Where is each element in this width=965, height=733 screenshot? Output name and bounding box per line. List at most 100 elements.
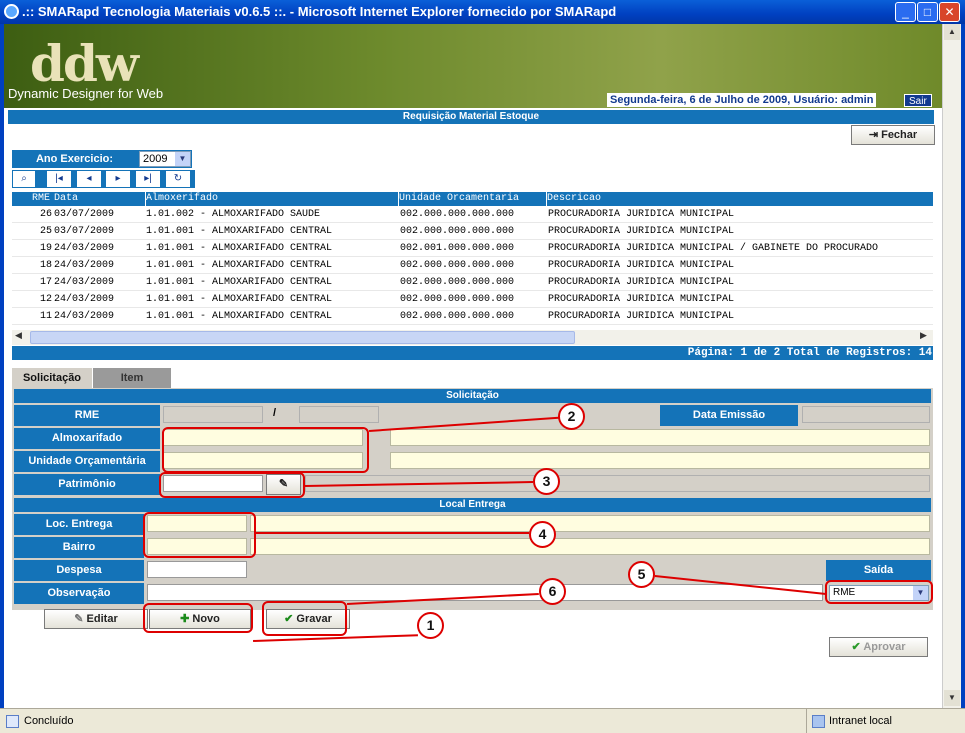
refresh-icon[interactable]: ↻ <box>166 171 190 187</box>
annotation-highlight-saida <box>825 580 933 604</box>
patrimonio-label: Patrimônio <box>14 474 160 495</box>
cell-descricao: PROCURADORIA JURIDICA MUNICIPAL <box>548 311 735 322</box>
aprovar-button[interactable]: ✔ Aprovar <box>829 637 928 657</box>
intranet-zone-icon <box>812 715 825 728</box>
bairro-label: Bairro <box>14 537 144 558</box>
tab-item[interactable]: Item <box>93 368 171 388</box>
annotation-marker-1: 1 <box>417 612 444 639</box>
rme-label: RME <box>14 405 160 426</box>
year-value: 2009 <box>143 153 168 165</box>
annotation-marker-3: 3 <box>533 468 560 495</box>
table-row[interactable]: 17 24/03/2009 1.01.001 - ALMOXARIFADO CE… <box>12 274 933 291</box>
column-header-rme[interactable]: RME <box>12 192 54 206</box>
despesa-field[interactable] <box>147 561 247 578</box>
cell-almoxarifado: 1.01.001 - ALMOXARIFADO CENTRAL <box>146 243 333 254</box>
cell-descricao: PROCURADORIA JURIDICA MUNICIPAL <box>548 277 735 288</box>
table-row[interactable]: 25 03/07/2009 1.01.001 - ALMOXARIFADO CE… <box>12 223 933 240</box>
cell-unidade: 002.000.000.000.000 <box>400 311 515 322</box>
scroll-left-icon[interactable]: ◀ <box>15 330 22 341</box>
annotation-line-4 <box>256 532 529 534</box>
cell-unidade: 002.000.000.000.000 <box>400 260 515 271</box>
year-label: Ano Exercicio: <box>35 153 114 165</box>
bairro-description-field[interactable] <box>250 538 930 555</box>
maximize-icon[interactable]: □ <box>917 2 938 22</box>
loc-entrega-label: Loc. Entrega <box>14 514 144 535</box>
cell-rme: 25 <box>40 226 53 237</box>
requisitions-table: RME Data Almoxerifado Unidade Orcamentar… <box>12 192 933 328</box>
column-header-descricao[interactable]: Descricao <box>546 192 933 206</box>
scroll-up-icon[interactable]: ▲ <box>944 24 960 40</box>
scroll-thumb[interactable] <box>30 331 575 344</box>
cell-rme: 12 <box>40 294 53 305</box>
annotation-highlight-patrimonio <box>159 472 305 498</box>
editar-button[interactable]: ✎ Editar <box>44 609 148 629</box>
despesa-label: Despesa <box>14 560 144 581</box>
logout-link[interactable]: Sair <box>904 94 932 107</box>
cell-almoxarifado: 1.01.001 - ALMOXARIFADO CENTRAL <box>146 311 333 322</box>
annotation-highlight-novo <box>143 603 253 633</box>
rme-year-field[interactable] <box>299 406 379 423</box>
previous-record-icon[interactable]: ◂ <box>77 171 101 187</box>
table-row[interactable]: 12 24/03/2009 1.01.001 - ALMOXARIFADO CE… <box>12 291 933 308</box>
cell-data: 24/03/2009 <box>54 277 115 288</box>
cell-data: 24/03/2009 <box>54 243 115 254</box>
exit-door-icon: ⇥ <box>868 129 882 141</box>
observacao-field[interactable] <box>147 584 823 601</box>
close-button-label: Fechar <box>881 129 918 141</box>
close-button[interactable]: ⇥ Fechar <box>851 125 935 145</box>
next-record-icon[interactable]: ▸ <box>106 171 130 187</box>
tab-solicitacao[interactable]: Solicitação <box>12 368 92 388</box>
table-horizontal-scrollbar[interactable]: ◀ ▶ <box>12 330 933 345</box>
year-select[interactable]: 2009 ▼ <box>139 151 191 167</box>
almoxarifado-label: Almoxarifado <box>14 428 160 449</box>
loc-entrega-description-field[interactable] <box>250 515 930 532</box>
column-header-almoxarifado[interactable]: Almoxerifado <box>145 192 398 206</box>
cell-descricao: PROCURADORIA JURIDICA MUNICIPAL <box>548 260 735 271</box>
cell-unidade: 002.001.000.000.000 <box>400 243 515 254</box>
scroll-right-icon[interactable]: ▶ <box>920 330 927 341</box>
zone-text: Intranet local <box>829 715 892 727</box>
status-bar: Concluído Intranet local <box>0 708 965 733</box>
cell-rme: 26 <box>40 209 53 220</box>
edit-pencil-icon: ✎ <box>74 613 87 625</box>
table-row[interactable]: 19 24/03/2009 1.01.001 - ALMOXARIFADO CE… <box>12 240 933 257</box>
section-header-local-entrega: Local Entrega <box>14 498 931 512</box>
table-row[interactable]: 18 24/03/2009 1.01.001 - ALMOXARIFADO CE… <box>12 257 933 274</box>
last-record-icon[interactable]: ▸| <box>136 171 160 187</box>
page-done-icon <box>6 715 19 728</box>
cell-data: 24/03/2009 <box>54 311 115 322</box>
rme-number-field[interactable] <box>163 406 263 423</box>
almoxarifado-description-field[interactable] <box>390 429 930 446</box>
cell-descricao: PROCURADORIA JURIDICA MUNICIPAL / GABINE… <box>548 243 879 254</box>
table-row[interactable]: 26 03/07/2009 1.01.002 - ALMOXARIFADO SA… <box>12 206 933 223</box>
annotation-marker-6: 6 <box>539 578 566 605</box>
checkmark-icon: ✔ <box>851 641 864 653</box>
column-header-data[interactable]: Data <box>54 192 145 206</box>
cell-data: 24/03/2009 <box>54 294 115 305</box>
window-title-bar: .:: SMARapd Tecnologia Materiais v0.6.5 … <box>0 0 965 24</box>
first-record-icon[interactable]: |◂ <box>47 171 71 187</box>
cell-almoxarifado: 1.01.001 - ALMOXARIFADO CENTRAL <box>146 294 333 305</box>
unidade-description-field[interactable] <box>390 452 930 469</box>
page-vertical-scrollbar[interactable]: ▲ ▼ <box>942 24 961 708</box>
cell-almoxarifado: 1.01.001 - ALMOXARIFADO CENTRAL <box>146 260 333 271</box>
column-header-unidade[interactable]: Unidade Orcamentaria <box>398 192 546 206</box>
cell-rme: 19 <box>40 243 53 254</box>
unidade-orcamentaria-label: Unidade Orçamentária <box>14 451 160 472</box>
cell-unidade: 002.000.000.000.000 <box>400 226 515 237</box>
scroll-down-icon[interactable]: ▼ <box>944 690 960 706</box>
search-binoculars-icon[interactable]: ⌕ <box>13 171 35 187</box>
close-icon[interactable]: ✕ <box>939 2 960 22</box>
pager-text: Página: 1 de 2 Total de Registros: 14 <box>12 346 933 360</box>
minimize-icon[interactable]: _ <box>895 2 916 22</box>
cell-rme: 11 <box>40 311 53 322</box>
data-emissao-field[interactable] <box>802 406 930 423</box>
cell-unidade: 002.000.000.000.000 <box>400 277 515 288</box>
rme-separator: / <box>273 407 277 419</box>
annotation-marker-4: 4 <box>529 521 556 548</box>
annotation-marker-5: 5 <box>628 561 655 588</box>
page-title: Requisição Material Estoque <box>8 110 934 124</box>
aprovar-label: Aprovar <box>863 641 906 653</box>
cell-data: 03/07/2009 <box>54 209 115 220</box>
table-row[interactable]: 11 24/03/2009 1.01.001 - ALMOXARIFADO CE… <box>12 308 933 325</box>
